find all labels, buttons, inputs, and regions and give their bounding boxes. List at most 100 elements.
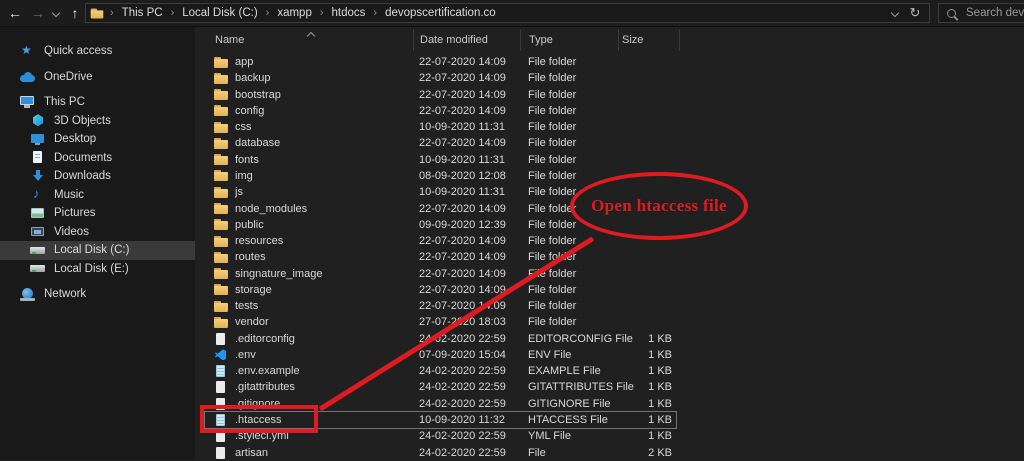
sidebar-item-desktop[interactable]: Desktop [0,130,195,149]
breadcrumb-separator-icon: › [110,7,114,19]
file-name: .gitattributes [235,381,295,393]
file-row-database[interactable]: database22-07-2020 14:09File folder [205,135,676,151]
breadcrumb-item-devopscertification-co[interactable]: devopscertification.co [385,7,496,19]
file-row-config[interactable]: config22-07-2020 14:09File folder [205,103,676,119]
file-row-tests[interactable]: tests22-07-2020 14:09File folder [205,298,676,314]
file-type: File folder [520,154,618,166]
folder-icon [214,137,228,150]
file-row-singnature-image[interactable]: singnature_image22-07-2020 14:09File fol… [205,265,676,281]
file-name: js [235,186,243,198]
file-name-cell: backup [205,72,413,85]
sidebar-item-local-disk-e[interactable]: Local Disk (E:) [0,260,195,279]
breadcrumb-item-this-pc[interactable]: This PC [122,7,163,19]
refresh-button[interactable]: ↻ [905,4,925,22]
file-row-resources[interactable]: resources22-07-2020 14:09File folder [205,233,676,249]
file-name-cell: .gitignore [205,397,413,410]
file-type: File folder [520,72,618,84]
recent-locations-button[interactable] [49,0,63,26]
file-name-cell: config [205,104,413,117]
file-date-modified: 10-09-2020 11:31 [413,121,520,133]
file-name: storage [235,284,272,296]
file-name: singnature_image [235,268,322,280]
forward-button[interactable]: → [27,0,49,26]
file-date-modified: 07-09-2020 15:04 [413,349,520,361]
file-row-backup[interactable]: backup22-07-2020 14:09File folder [205,70,676,86]
file-name: .styleci.yml [235,430,289,442]
column-header-type[interactable]: Type [520,29,618,51]
file-file-icon [214,430,228,443]
download-icon [30,170,46,183]
sidebar-item-this-pc[interactable]: This PC [0,93,195,112]
sidebar-item-label: Music [54,189,84,201]
file-type: GITATTRIBUTES File [520,381,618,393]
file-row-vendor[interactable]: vendor27-07-2020 18:03File folder [205,314,676,330]
star-icon [20,45,36,58]
sidebar-item-quick-access[interactable]: Quick access [0,42,195,61]
doc-icon [30,151,46,164]
file-row-styleci-yml[interactable]: .styleci.yml24-02-2020 22:59YML File1 KB [205,428,676,444]
file-row-gitattributes[interactable]: .gitattributes24-02-2020 22:59GITATTRIBU… [205,379,676,395]
vscode-file-icon [214,348,228,361]
column-header-date-modified[interactable]: Date modified [413,29,520,51]
breadcrumb-item-local-disk-c[interactable]: Local Disk (C:) [182,7,257,19]
sidebar-group: Network [0,285,195,304]
column-header-name[interactable]: Name [195,29,413,51]
column-header-label: Type [529,34,553,46]
folder-icon [214,283,228,296]
folder-icon [214,251,228,264]
disk-icon [30,262,46,275]
sidebar-item-3d-objects[interactable]: 3D Objects [0,112,195,131]
address-bar[interactable]: ›This PC›Local Disk (C:)›xampp›htdocs›de… [85,3,930,23]
file-row-js[interactable]: js10-09-2020 11:31File folder [205,184,676,200]
file-row-artisan[interactable]: artisan24-02-2020 22:59File2 KB [205,444,676,460]
file-date-modified: 22-07-2020 14:09 [413,268,520,280]
sidebar-item-local-disk-c[interactable]: Local Disk (C:) [0,241,195,260]
file-date-modified: 08-09-2020 12:08 [413,170,520,182]
folder-icon [214,218,228,231]
file-row-img[interactable]: img08-09-2020 12:08File folder [205,168,676,184]
file-date-modified: 22-07-2020 14:09 [413,72,520,84]
breadcrumb-item-htdocs[interactable]: htdocs [332,7,366,19]
sidebar-item-music[interactable]: Music [0,186,195,205]
sidebar-item-documents[interactable]: Documents [0,149,195,168]
file-size: 1 KB [618,381,676,393]
breadcrumb-separator-icon: › [266,7,270,19]
file-row-fonts[interactable]: fonts10-09-2020 11:31File folder [205,152,676,168]
sidebar-item-onedrive[interactable]: OneDrive [0,68,195,87]
file-row-editorconfig[interactable]: .editorconfig24-02-2020 22:59EDITORCONFI… [205,331,676,347]
file-name-cell: .styleci.yml [205,430,413,443]
sidebar-item-network[interactable]: Network [0,285,195,304]
column-header-size[interactable]: Size [618,29,680,51]
file-row-gitignore[interactable]: .gitignore24-02-2020 22:59GITIGNORE File… [205,396,676,412]
sidebar-item-label: Local Disk (E:) [54,263,129,275]
sidebar-item-label: Local Disk (C:) [54,244,129,256]
sidebar-item-label: Pictures [54,207,96,219]
sidebar-item-label: Videos [54,226,89,238]
file-size: 1 KB [618,414,676,426]
file-row-storage[interactable]: storage22-07-2020 14:09File folder [205,282,676,298]
file-row-public[interactable]: public09-09-2020 12:39File folder [205,217,676,233]
file-row-app[interactable]: app22-07-2020 14:09File folder [205,54,676,70]
back-button[interactable]: ← [4,0,26,26]
folder-icon [214,267,228,280]
sidebar-item-pictures[interactable]: Pictures [0,204,195,223]
file-name-cell: .htaccess [205,413,413,426]
file-date-modified: 10-09-2020 11:31 [413,186,520,198]
search-box[interactable] [938,3,1024,23]
up-button[interactable]: ↑ [64,0,86,26]
folder-icon [214,169,228,182]
file-row-css[interactable]: css10-09-2020 11:31File folder [205,119,676,135]
sidebar-item-downloads[interactable]: Downloads [0,167,195,186]
address-dropdown-button[interactable] [885,4,905,22]
file-row-env[interactable]: .env07-09-2020 15:04ENV File1 KB [205,347,676,363]
breadcrumb-item-xampp[interactable]: xampp [277,7,312,19]
file-row-env-example[interactable]: .env.example24-02-2020 22:59EXAMPLE File… [205,363,676,379]
file-date-modified: 10-09-2020 11:32 [413,414,520,426]
file-row-htaccess[interactable]: .htaccess10-09-2020 11:32HTACCESS File1 … [205,412,676,428]
sidebar-item-videos[interactable]: Videos [0,223,195,242]
file-name-cell: img [205,169,413,182]
file-row-routes[interactable]: routes22-07-2020 14:09File folder [205,249,676,265]
file-row-node-modules[interactable]: node_modules22-07-2020 14:09File folder [205,200,676,216]
file-row-bootstrap[interactable]: bootstrap22-07-2020 14:09File folder [205,87,676,103]
search-input[interactable] [964,6,1024,20]
